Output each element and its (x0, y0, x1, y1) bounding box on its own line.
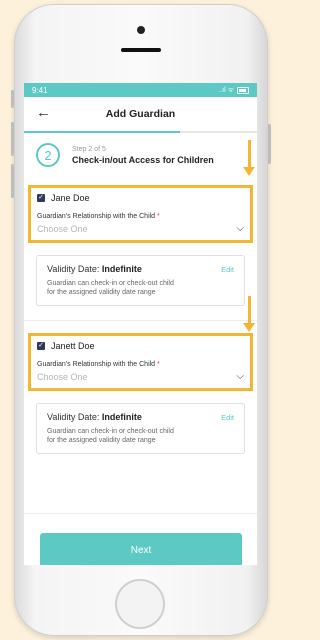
guardian-name: Janett Doe (51, 341, 95, 351)
edit-link[interactable]: Edit (221, 265, 234, 274)
volume-down-button (11, 164, 14, 198)
relationship-placeholder: Choose One (37, 371, 88, 382)
guardian-card: ✓ Janett Doe Guardian's Relationship wit… (28, 333, 253, 391)
relationship-select[interactable]: Choose One ⌵ (37, 223, 244, 234)
step-counter: Step 2 of 5 (72, 145, 106, 153)
validity-description: Guardian can check-in or check-out child… (47, 280, 174, 296)
volume-up-button (11, 122, 14, 156)
chevron-down-icon: ⌵ (236, 371, 244, 382)
edit-link[interactable]: Edit (221, 413, 234, 422)
step-header: 2 Step 2 of 5 Check-in/out Access for Ch… (24, 133, 257, 177)
status-time: 9:41 (32, 85, 48, 95)
validity-value: Indefinite (101, 264, 142, 274)
validity-value: Indefinite (101, 412, 142, 422)
page-title: Add Guardian (105, 108, 176, 120)
guardian-checkbox[interactable]: ✓ (37, 342, 45, 350)
signal-wifi-icon: ..ıl ᯤ (218, 86, 234, 94)
step-number-badge: 2 (36, 143, 60, 167)
required-mark: * (157, 361, 160, 368)
relationship-select[interactable]: Choose One ⌵ (37, 371, 244, 382)
validity-card: Validity Date: Indefinite Edit Guardian … (36, 403, 245, 454)
mute-switch (11, 90, 14, 108)
app-screen: 9:41 ..ıl ᯤ ← Add Guardian 2 Step 2 of 5… (24, 83, 257, 565)
battery-icon (237, 86, 249, 94)
annotation-arrow-down (243, 296, 255, 332)
relationship-placeholder: Choose One (37, 223, 88, 234)
validity-date: Validity Date: Indefinite (47, 264, 142, 274)
guardian-checkbox[interactable]: ✓ (37, 194, 45, 202)
relationship-label: Guardian's Relationship with the Child * (37, 213, 160, 220)
camera-icon (137, 26, 145, 34)
footer-divider (24, 513, 257, 514)
status-icons: ..ıl ᯤ (218, 86, 249, 95)
validity-description: Guardian can check-in or check-out child… (47, 428, 174, 444)
back-arrow-icon[interactable]: ← (36, 104, 51, 121)
relationship-label: Guardian's Relationship with the Child * (37, 361, 160, 368)
validity-date: Validity Date: Indefinite (47, 412, 142, 422)
progress-bar (24, 131, 181, 133)
next-button[interactable]: Next (40, 533, 242, 565)
section-divider (24, 320, 257, 321)
status-bar: 9:41 ..ıl ᯤ (24, 83, 257, 97)
step-title: Check-in/out Access for Children (72, 154, 214, 165)
power-button (268, 124, 271, 164)
validity-card: Validity Date: Indefinite Edit Guardian … (36, 255, 245, 306)
required-mark: * (157, 213, 160, 220)
annotation-arrow-down (243, 140, 255, 176)
guardian-name: Jane Doe (51, 193, 90, 203)
home-button[interactable] (115, 579, 165, 629)
speaker-grille (121, 48, 161, 52)
nav-bar: ← Add Guardian (24, 97, 257, 133)
guardian-card: ✓ Jane Doe Guardian's Relationship with … (28, 185, 253, 243)
chevron-down-icon: ⌵ (236, 223, 244, 234)
